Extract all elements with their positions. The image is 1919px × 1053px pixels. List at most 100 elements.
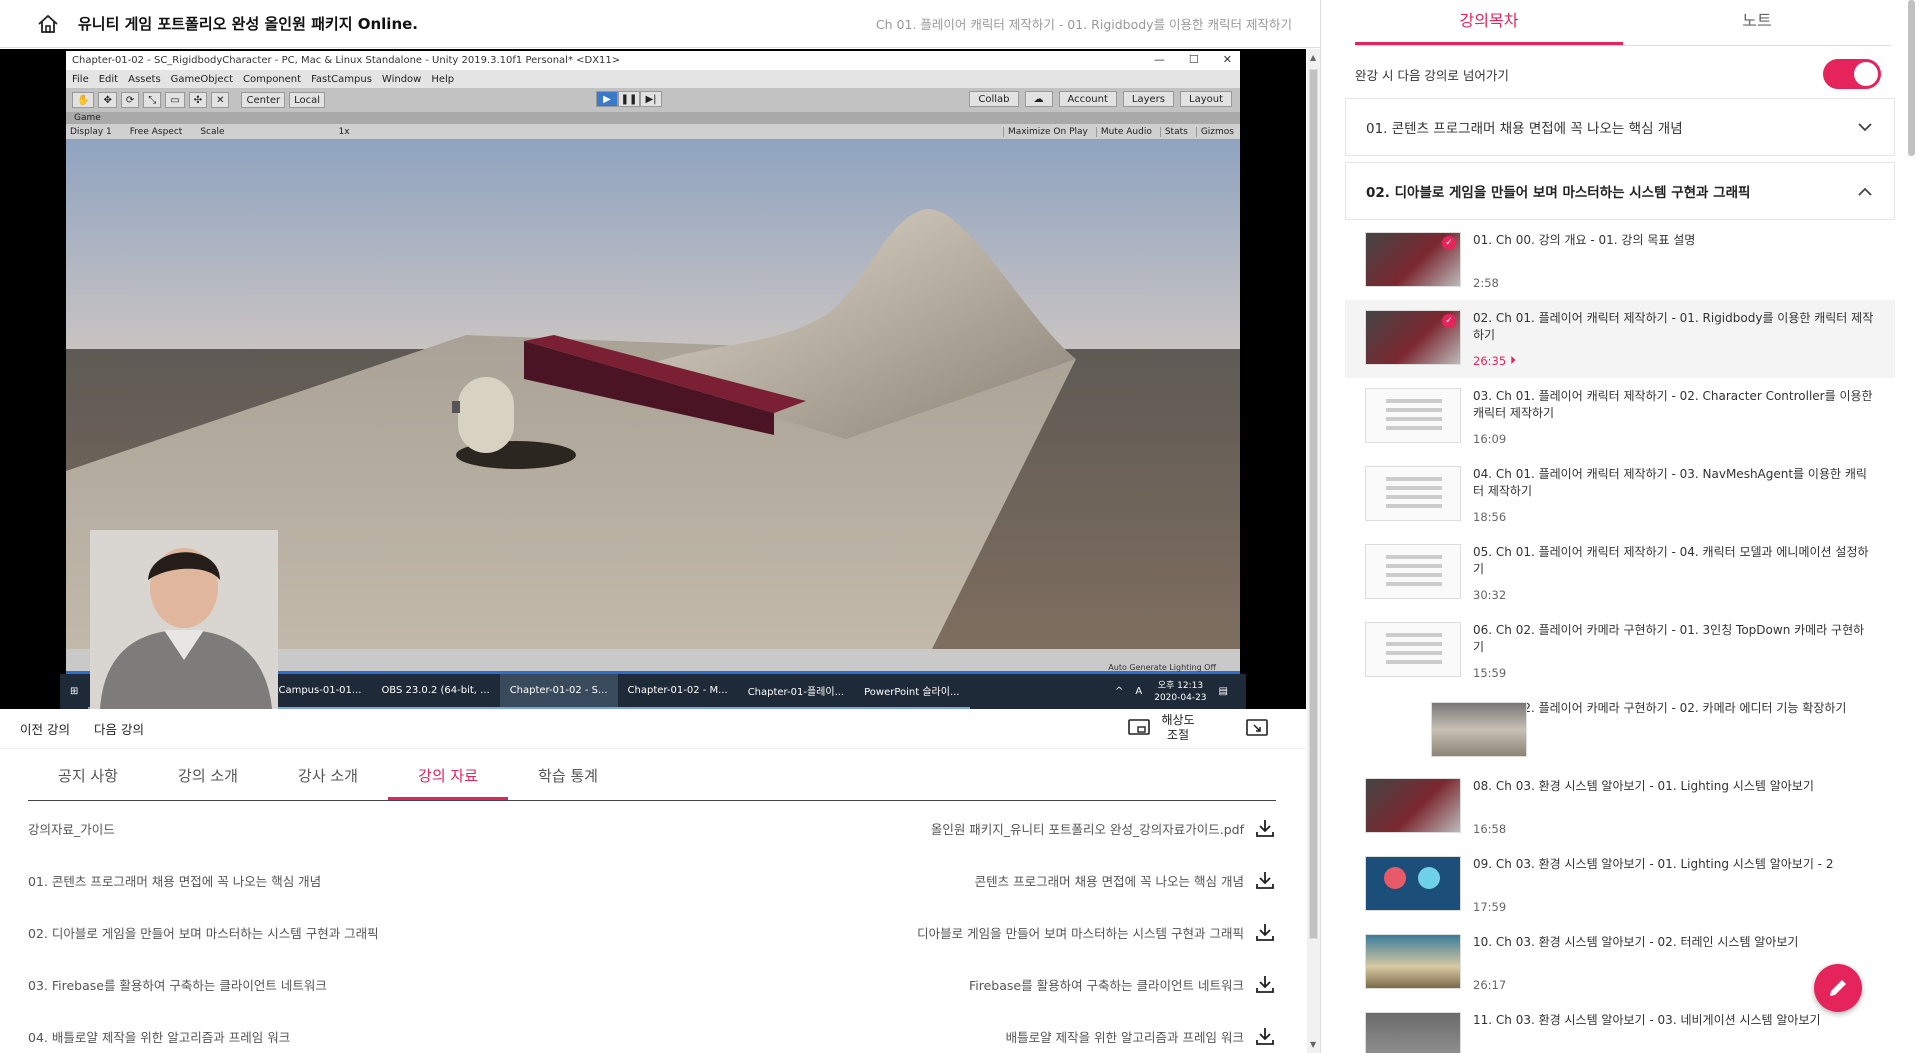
tab-stats[interactable]: 학습 통계 xyxy=(508,756,628,800)
lecture-nav-bar: 이전 강의 다음 강의 해상도 조절 xyxy=(0,709,1306,749)
list-item[interactable]: ✓ 02. Ch 01. 플레이어 캐릭터 제작하기 - 01. Rigidbo… xyxy=(1345,300,1895,378)
download-icon[interactable] xyxy=(1254,973,1276,995)
lesson-title: 03. Ch 01. 플레이어 캐릭터 제작하기 - 02. Character… xyxy=(1473,389,1873,420)
pencil-icon xyxy=(1830,980,1846,996)
write-note-button[interactable] xyxy=(1814,964,1862,1012)
autoplay-toggle[interactable] xyxy=(1823,59,1881,89)
sidebar-scrollbar[interactable] xyxy=(1905,0,1917,1053)
lesson-duration: 20:09 xyxy=(1473,744,1875,758)
lesson-thumbnail xyxy=(1365,544,1461,599)
list-item[interactable]: 06. Ch 02. 플레이어 카메라 구현하기 - 01. 3인칭 TopDo… xyxy=(1345,612,1895,690)
video-player[interactable]: Chapter-01-02 - SC_RigidbodyCharacter - … xyxy=(0,49,1306,709)
scroll-up-icon[interactable]: ▲ xyxy=(1310,53,1316,62)
list-item[interactable]: 08. Ch 03. 환경 시스템 알아보기 - 01. Lighting 시스… xyxy=(1345,768,1895,846)
list-item[interactable]: 10. Ch 03. 환경 시스템 알아보기 - 02. 터레인 시스템 알아보… xyxy=(1345,924,1895,1002)
material-name: 02. 디아블로 게임을 만들어 보며 마스터하는 시스템 구현과 그래픽 xyxy=(28,925,379,941)
list-item[interactable]: ✓ 01. Ch 00. 강의 개요 - 01. 강의 목표 설명 2:58 xyxy=(1345,222,1895,300)
taskbar-item-3: Chapter-01-02 - S... xyxy=(499,674,618,709)
lesson-thumbnail xyxy=(1431,702,1527,757)
prev-lecture-button[interactable]: 이전 강의 xyxy=(20,719,70,738)
scroll-down-icon[interactable]: ▼ xyxy=(1310,1040,1316,1049)
lesson-duration-row: 26:35 ⏵ xyxy=(1473,353,1875,368)
lesson-thumbnail xyxy=(1365,934,1461,989)
next-lecture-button[interactable]: 다음 강의 xyxy=(94,719,144,738)
pivot-center-toggle: Center xyxy=(241,92,286,108)
taskbar-item-2: OBS 23.0.2 (64-bit, ... xyxy=(371,674,500,709)
play-controls: ▶ ❚❚ ▶| xyxy=(596,91,662,107)
tab-materials[interactable]: 강의 자료 xyxy=(388,756,508,800)
clock-date: 2020-04-23 xyxy=(1154,692,1207,703)
lesson-thumbnail xyxy=(1365,778,1461,833)
list-item[interactable]: 04. Ch 01. 플레이어 캐릭터 제작하기 - 03. NavMeshAg… xyxy=(1345,456,1895,534)
material-file: 콘텐츠 프로그래머 채용 면접에 꼭 나오는 핵심 개념 xyxy=(975,869,1276,891)
menu-file: File xyxy=(72,73,89,85)
tab-instructor[interactable]: 강사 소개 xyxy=(268,756,388,800)
material-file-name[interactable]: 콘텐츠 프로그래머 채용 면접에 꼭 나오는 핵심 개념 xyxy=(975,871,1244,890)
lesson-title: 04. Ch 01. 플레이어 캐릭터 제작하기 - 03. NavMeshAg… xyxy=(1473,467,1867,498)
lesson-title: 01. Ch 00. 강의 개요 - 01. 강의 목표 설명 xyxy=(1473,233,1696,247)
rotate-tool-icon: ⟳ xyxy=(120,92,140,108)
download-icon[interactable] xyxy=(1254,869,1276,891)
step-icon: ▶| xyxy=(640,91,662,107)
tab-notice[interactable]: 공지 사항 xyxy=(28,756,148,800)
material-file-name[interactable]: 배틀로얄 제작을 위한 알고리즘과 프레임 워크 xyxy=(1006,1027,1244,1046)
lesson-title: 05. Ch 01. 플레이어 캐릭터 제작하기 - 04. 캐릭터 모델과 에… xyxy=(1473,545,1869,576)
download-icon[interactable] xyxy=(1254,1025,1276,1047)
pivot-local-toggle: Local xyxy=(289,92,326,108)
taskbar-clock: 오후 12:13 2020-04-23 xyxy=(1154,680,1206,704)
cloud-icon: ☁ xyxy=(1024,91,1053,107)
section-header-1[interactable]: 01. 콘텐츠 프로그래머 채용 면접에 꼭 나오는 핵심 개념 xyxy=(1345,98,1895,156)
menu-assets: Assets xyxy=(128,73,161,85)
material-name: 01. 콘텐츠 프로그래머 채용 면접에 꼭 나오는 핵심 개념 xyxy=(28,873,322,889)
minimize-icon: — xyxy=(1153,53,1165,66)
course-title: 유니티 게임 포트폴리오 완성 올인원 패키지 Online. xyxy=(78,15,418,33)
main-scroll-thumb[interactable] xyxy=(1309,69,1318,939)
menu-window: Window xyxy=(381,73,422,85)
game-tab-label: Game xyxy=(74,113,101,123)
list-item[interactable]: 03. Ch 01. 플레이어 캐릭터 제작하기 - 02. Character… xyxy=(1345,378,1895,456)
tab-curriculum[interactable]: 강의목차 xyxy=(1355,0,1623,45)
resolution-button[interactable]: 해상도 조절 xyxy=(1128,713,1198,743)
materials-list: 강의자료_가이드 올인원 패키지_유니티 포트폴리오 완성_강의자료가이드.pd… xyxy=(28,802,1276,1053)
list-item[interactable]: 11. Ch 03. 환경 시스템 알아보기 - 03. 네비게이션 시스템 알… xyxy=(1345,1002,1895,1053)
list-item: 04. 배틀로얄 제작을 위한 알고리즘과 프레임 워크 배틀로얄 제작을 위한… xyxy=(28,1010,1276,1053)
material-file: 올인원 패키지_유니티 포트폴리오 완성_강의자료가이드.pdf xyxy=(931,817,1276,839)
lesson-title: 07. Ch 02. 플레이어 카메라 구현하기 - 02. 카메라 에디터 기… xyxy=(1473,701,1847,715)
home-icon[interactable] xyxy=(34,10,62,38)
material-file-name[interactable]: Firebase를 활용하여 구축하는 클라이언트 네트워크 xyxy=(969,975,1244,994)
list-item[interactable]: 05. Ch 01. 플레이어 캐릭터 제작하기 - 04. 캐릭터 모델과 에… xyxy=(1345,534,1895,612)
lesson-thumbnail: ✓ xyxy=(1365,310,1461,365)
aspect-select: Free Aspect xyxy=(129,126,183,137)
download-icon[interactable] xyxy=(1254,921,1276,943)
resolution-icon xyxy=(1128,719,1150,735)
menu-component: Component xyxy=(243,73,302,85)
hand-tool-icon: ✋ xyxy=(72,92,95,108)
lesson-title: 10. Ch 03. 환경 시스템 알아보기 - 02. 터레인 시스템 알아보… xyxy=(1473,935,1799,949)
game-view-tab: Game xyxy=(66,112,1240,124)
menu-gameobject: GameObject xyxy=(170,73,233,85)
material-file: 배틀로얄 제작을 위한 알고리즘과 프레임 워크 xyxy=(1006,1025,1276,1047)
material-file-name[interactable]: 올인원 패키지_유니티 포트폴리오 완성_강의자료가이드.pdf xyxy=(931,819,1244,838)
taskbar-item-4: Chapter-01-02 - M... xyxy=(617,674,738,709)
list-item: 강의자료_가이드 올인원 패키지_유니티 포트폴리오 완성_강의자료가이드.pd… xyxy=(28,802,1276,854)
window-controls: — ☐ ✕ xyxy=(1154,53,1232,66)
list-item: 02. 디아블로 게임을 만들어 보며 마스터하는 시스템 구현과 그래픽 디아… xyxy=(28,906,1276,958)
material-file-name[interactable]: 디아블로 게임을 만들어 보며 마스터하는 시스템 구현과 그래픽 xyxy=(917,923,1244,942)
main-scrollbar[interactable]: ▲ ▼ xyxy=(1307,49,1320,1053)
material-name: 04. 배틀로얄 제작을 위한 알고리즘과 프레임 워크 xyxy=(28,1029,291,1045)
expand-icon[interactable] xyxy=(1246,719,1268,740)
sidebar-scroll-thumb[interactable] xyxy=(1908,0,1915,156)
autoplay-setting: 완강 시 다음 강의로 넘어가기 xyxy=(1355,58,1881,90)
unity-window-title: Chapter-01-02 - SC_RigidbodyCharacter - … xyxy=(72,55,621,66)
download-icon[interactable] xyxy=(1254,817,1276,839)
list-item[interactable]: 07. Ch 02. 플레이어 카메라 구현하기 - 02. 카메라 에디터 기… xyxy=(1345,690,1895,768)
tab-course-intro[interactable]: 강의 소개 xyxy=(148,756,268,800)
tab-notes[interactable]: 노트 xyxy=(1623,0,1891,45)
list-item[interactable]: 09. Ch 03. 환경 시스템 알아보기 - 01. Lighting 시스… xyxy=(1345,846,1895,924)
pause-icon: ❚❚ xyxy=(618,91,640,107)
section-header-2[interactable]: 02. 디아블로 게임을 만들어 보며 마스터하는 시스템 구현과 그래픽 xyxy=(1345,162,1895,220)
lesson-duration: 18:56 xyxy=(1473,510,1507,524)
current-lecture-title: Ch 01. 플레이어 캐릭터 제작하기 - 01. Rigidbody를 이용… xyxy=(875,17,1292,32)
scale-value: 1x xyxy=(338,126,350,137)
lesson-duration: 2:58 xyxy=(1473,276,1499,290)
